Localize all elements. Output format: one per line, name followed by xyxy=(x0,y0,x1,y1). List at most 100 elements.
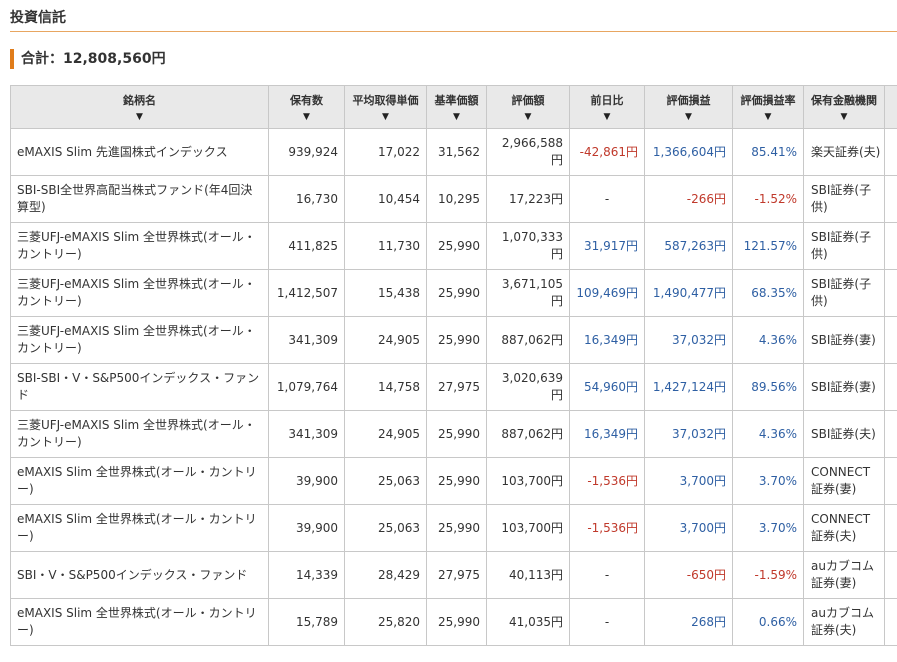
fund-name-cell: 三菱UFJ-eMAXIS Slim 全世界株式(オール・カントリー) xyxy=(10,316,269,364)
profit-loss-rate-cell: 4.36% xyxy=(732,410,804,458)
fund-name-cell: 三菱UFJ-eMAXIS Slim 全世界株式(オール・カントリー) xyxy=(10,410,269,458)
header-profit-loss-rate[interactable]: 評価損益率 ▼ xyxy=(732,85,804,129)
institution-cell: 楽天証券(夫) xyxy=(803,128,885,176)
profit-loss-rate-cell: 0.66% xyxy=(732,598,804,646)
value-cell: 1,070,333円 xyxy=(486,222,570,270)
avg-cost-cell: 11,730 xyxy=(344,222,427,270)
institution-cell: SBI証券(子供) xyxy=(803,269,885,317)
sort-down-icon[interactable]: ▼ xyxy=(804,111,884,123)
qty-cell: 341,309 xyxy=(268,316,345,364)
profit-loss-cell: 3,700円 xyxy=(644,457,733,505)
profit-loss-rate-cell: 4.36% xyxy=(732,316,804,364)
nav-cell: 25,990 xyxy=(426,269,487,317)
value-cell: 103,700円 xyxy=(486,504,570,552)
header-qty[interactable]: 保有数 ▼ xyxy=(268,85,345,129)
sort-down-icon[interactable]: ▼ xyxy=(11,111,268,123)
nav-cell: 25,990 xyxy=(426,316,487,364)
nav-cell: 25,990 xyxy=(426,410,487,458)
profit-loss-rate-cell: 85.41% xyxy=(732,128,804,176)
table-row: SBI-SBI全世界高配当株式ファンド(年4回決算型) 16,730 10,454 1… xyxy=(10,175,897,223)
profit-loss-cell: 1,366,604円 xyxy=(644,128,733,176)
qty-cell: 939,924 xyxy=(268,128,345,176)
extra-cell xyxy=(884,222,897,270)
total-amount: 合計：12,808,560円 xyxy=(10,49,166,69)
institution-cell: SBI証券(子供) xyxy=(803,175,885,223)
fund-name-cell: eMAXIS Slim 先進国株式インデックス xyxy=(10,128,269,176)
sort-down-icon[interactable]: ▼ xyxy=(487,111,569,123)
value-cell: 40,113円 xyxy=(486,551,570,599)
value-cell: 887,062円 xyxy=(486,410,570,458)
extra-cell xyxy=(884,504,897,552)
profit-loss-cell: 587,263円 xyxy=(644,222,733,270)
header-profit-loss[interactable]: 評価損益 ▼ xyxy=(644,85,733,129)
avg-cost-cell: 10,454 xyxy=(344,175,427,223)
header-name[interactable]: 銘柄名 ▼ xyxy=(10,85,269,129)
avg-cost-cell: 17,022 xyxy=(344,128,427,176)
profit-loss-cell: -650円 xyxy=(644,551,733,599)
value-cell: 17,223円 xyxy=(486,175,570,223)
day-change-cell: -1,536円 xyxy=(569,504,645,552)
table-row: eMAXIS Slim 全世界株式(オール・カントリー) 15,789 25,820… xyxy=(10,598,897,646)
value-cell: 3,671,105円 xyxy=(486,269,570,317)
fund-name-cell: 三菱UFJ-eMAXIS Slim 全世界株式(オール・カントリー) xyxy=(10,222,269,270)
value-cell: 887,062円 xyxy=(486,316,570,364)
table-row: 三菱UFJ-eMAXIS Slim 全世界株式(オール・カントリー) 341,30… xyxy=(10,316,897,364)
profit-loss-cell: 268円 xyxy=(644,598,733,646)
day-change-cell: -1,536円 xyxy=(569,457,645,505)
day-change-cell: 16,349円 xyxy=(569,410,645,458)
header-value[interactable]: 評価額 ▼ xyxy=(486,85,570,129)
extra-cell xyxy=(884,363,897,411)
fund-name-cell: SBI・V・S&P500インデックス・ファンド xyxy=(10,551,269,599)
table-row: 三菱UFJ-eMAXIS Slim 全世界株式(オール・カントリー) 341,30… xyxy=(10,410,897,458)
sort-down-icon[interactable]: ▼ xyxy=(345,111,426,123)
sort-down-icon[interactable]: ▼ xyxy=(427,111,486,123)
value-cell: 103,700円 xyxy=(486,457,570,505)
qty-cell: 341,309 xyxy=(268,410,345,458)
value-cell: 2,966,588円 xyxy=(486,128,570,176)
institution-cell: CONNECT証券(夫) xyxy=(803,504,885,552)
qty-cell: 15,789 xyxy=(268,598,345,646)
nav-cell: 10,295 xyxy=(426,175,487,223)
sort-down-icon[interactable]: ▼ xyxy=(645,111,732,123)
holdings-table: 銘柄名 ▼ 保有数 ▼ 平均取得単価 ▼ 基準価額 ▼ 評価額 ▼ 前日比 ▼ 評価損益 ▼ … xyxy=(10,85,897,646)
table-row: SBI-SBI・V・S&P500インデックス・ファンド 1,079,764 14,7… xyxy=(10,363,897,411)
sort-down-icon[interactable]: ▼ xyxy=(269,111,344,123)
extra-cell xyxy=(884,128,897,176)
nav-cell: 27,975 xyxy=(426,551,487,599)
profit-loss-cell: 1,427,124円 xyxy=(644,363,733,411)
avg-cost-cell: 25,063 xyxy=(344,504,427,552)
sort-down-icon[interactable]: ▼ xyxy=(733,111,803,123)
avg-cost-cell: 25,063 xyxy=(344,457,427,505)
institution-cell: SBI証券(夫) xyxy=(803,410,885,458)
header-day-change[interactable]: 前日比 ▼ xyxy=(569,85,645,129)
table-row: eMAXIS Slim 先進国株式インデックス 939,924 17,022 31,5… xyxy=(10,128,897,176)
profit-loss-rate-cell: -1.52% xyxy=(732,175,804,223)
nav-cell: 27,975 xyxy=(426,363,487,411)
avg-cost-cell: 14,758 xyxy=(344,363,427,411)
header-avg-cost[interactable]: 平均取得単価 ▼ xyxy=(344,85,427,129)
day-change-cell: - xyxy=(569,598,645,646)
institution-cell: SBI証券(妻) xyxy=(803,316,885,364)
extra-cell xyxy=(884,457,897,505)
profit-loss-cell: 37,032円 xyxy=(644,316,733,364)
nav-cell: 25,990 xyxy=(426,457,487,505)
table-row: eMAXIS Slim 全世界株式(オール・カントリー) 39,900 25,063… xyxy=(10,504,897,552)
day-change-cell: -42,861円 xyxy=(569,128,645,176)
day-change-cell: 109,469円 xyxy=(569,269,645,317)
avg-cost-cell: 15,438 xyxy=(344,269,427,317)
table-row: 三菱UFJ-eMAXIS Slim 全世界株式(オール・カントリー) 411,82… xyxy=(10,222,897,270)
profit-loss-rate-cell: 3.70% xyxy=(732,504,804,552)
qty-cell: 1,079,764 xyxy=(268,363,345,411)
day-change-cell: 16,349円 xyxy=(569,316,645,364)
profit-loss-rate-cell: -1.59% xyxy=(732,551,804,599)
fund-name-cell: 三菱UFJ-eMAXIS Slim 全世界株式(オール・カントリー) xyxy=(10,269,269,317)
extra-cell xyxy=(884,410,897,458)
header-institution[interactable]: 保有金融機関 ▼ xyxy=(803,85,885,129)
qty-cell: 411,825 xyxy=(268,222,345,270)
nav-cell: 25,990 xyxy=(426,504,487,552)
header-nav[interactable]: 基準価額 ▼ xyxy=(426,85,487,129)
table-row: SBI・V・S&P500インデックス・ファンド 14,339 28,429 27,97… xyxy=(10,551,897,599)
profit-loss-cell: 37,032円 xyxy=(644,410,733,458)
institution-cell: auカブコム証券(夫) xyxy=(803,598,885,646)
sort-down-icon[interactable]: ▼ xyxy=(570,111,644,123)
